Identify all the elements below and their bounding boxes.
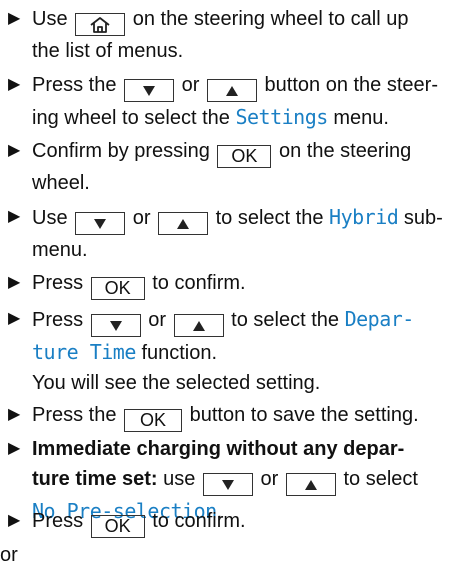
- bullet-arrow: ▶: [8, 406, 21, 423]
- down-arrow-icon: [109, 321, 122, 332]
- step-text: to select the: [231, 309, 340, 331]
- down-arrow-icon: [94, 219, 107, 230]
- bold-heading: Immediate charging without any depar-: [32, 438, 405, 460]
- function-name-departure-time: ture Time: [32, 340, 136, 364]
- step-text: to confirm.: [152, 272, 246, 294]
- ok-button: OK: [90, 515, 145, 538]
- step-text: menu.: [32, 239, 88, 261]
- step-text: to confirm.: [152, 510, 246, 532]
- up-button: [173, 314, 224, 337]
- bullet-arrow: ▶: [8, 208, 21, 225]
- or-text: or: [148, 309, 167, 331]
- bullet-arrow: ▶: [8, 274, 21, 291]
- down-button: [202, 473, 253, 496]
- bullet-arrow: ▶: [8, 10, 21, 27]
- up-button: [206, 79, 257, 102]
- step-text: button on the steer-: [264, 74, 438, 96]
- down-button: [90, 314, 141, 337]
- step-text: Use: [32, 207, 68, 229]
- or-text: or: [260, 468, 279, 490]
- down-arrow-icon: [143, 86, 156, 97]
- down-button: [124, 79, 175, 102]
- up-button: [158, 212, 209, 235]
- or-separator: or: [0, 544, 18, 566]
- home-icon: [90, 17, 110, 34]
- or-text: or: [132, 207, 151, 229]
- step-text: Press the: [32, 404, 117, 426]
- up-arrow-icon: [304, 480, 317, 491]
- step-text: ing wheel to select the: [32, 107, 230, 129]
- bullet-arrow: ▶: [8, 76, 21, 93]
- step-text: You will see the selected setting.: [32, 372, 321, 394]
- step-text: Confirm by pressing: [32, 140, 210, 162]
- menu-name-hybrid: Hybrid: [329, 205, 399, 229]
- step-text: sub-: [403, 207, 443, 229]
- bullet-arrow: ▶: [8, 142, 21, 159]
- step-text: use: [163, 468, 196, 490]
- step-text: on the steering: [278, 140, 412, 162]
- step-text: button to save the setting.: [189, 404, 419, 426]
- ok-button: OK: [217, 145, 272, 168]
- bullet-arrow: ▶: [8, 310, 21, 327]
- function-name-departure-time: Depar-: [344, 307, 415, 331]
- bullet-arrow: ▶: [8, 440, 21, 457]
- ok-button: OK: [90, 277, 145, 300]
- step-text: to select: [343, 468, 418, 490]
- up-button: [285, 473, 336, 496]
- up-arrow-icon: [192, 321, 205, 332]
- step-text: wheel.: [32, 172, 90, 194]
- down-arrow-icon: [221, 480, 234, 491]
- ok-button: OK: [124, 409, 183, 432]
- bullet-arrow: ▶: [8, 512, 21, 529]
- bold-heading: ture time set:: [32, 468, 158, 490]
- step-text: Press: [32, 510, 84, 532]
- step-text: Press: [32, 272, 84, 294]
- step-text: Press: [32, 309, 84, 331]
- down-button: [75, 212, 126, 235]
- instruction-page: ▶ Use on the steering wheel to call up t…: [0, 0, 466, 580]
- menu-name-settings: Settings: [235, 105, 328, 129]
- up-arrow-icon: [225, 86, 238, 97]
- step-text: to select the: [215, 207, 324, 229]
- or-text: or: [181, 74, 200, 96]
- step-text: Use: [32, 8, 68, 30]
- step-text: the list of menus.: [32, 40, 184, 62]
- step-text: menu.: [333, 107, 389, 129]
- step-text: Press the: [32, 74, 117, 96]
- home-button: [75, 13, 126, 36]
- up-arrow-icon: [177, 219, 190, 230]
- step-text: function.: [141, 342, 218, 364]
- step-text: on the steering wheel to call up: [132, 8, 409, 30]
